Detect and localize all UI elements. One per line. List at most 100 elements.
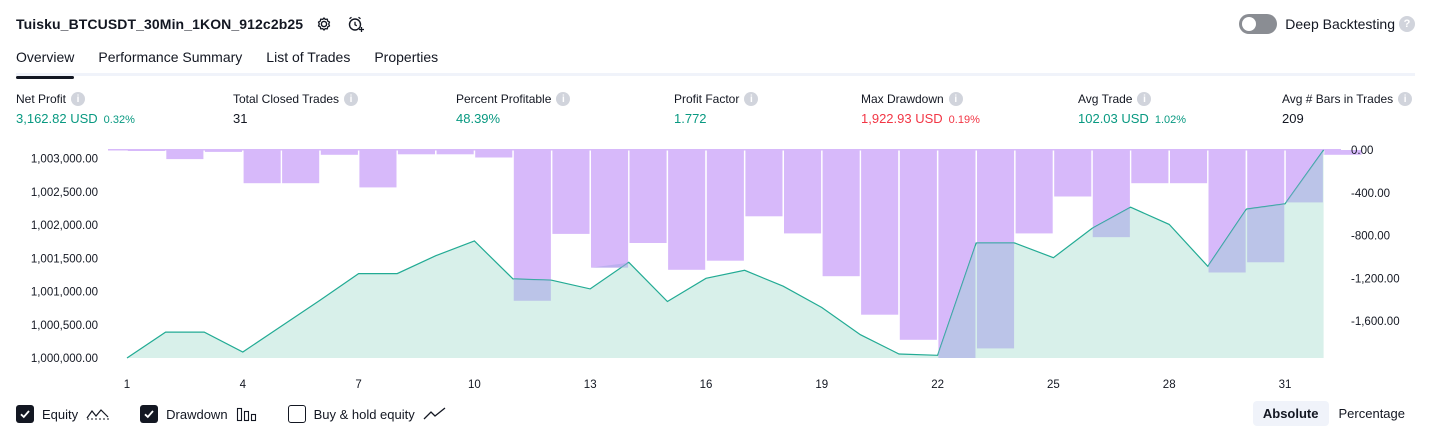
drawdown-bar [475,150,513,158]
drawdown-overlap [1247,203,1285,263]
percentage-button[interactable]: Percentage [1329,401,1416,426]
left-axis-tick-label: 1,001,000.00 [31,287,98,299]
drawdown-bar [359,150,397,188]
drawdown-bar [1054,150,1092,197]
drawdown-bar [320,150,358,155]
legend-drawdown[interactable]: Drawdown [140,405,257,423]
metric-label: Profit Factor [674,92,740,106]
deep-backtesting: Deep Backtesting ? [1239,12,1415,36]
metric-avg-trade: Avg Trade i 102.03 USD 1.02% [1078,92,1186,126]
metric-value: 102.03 USD [1078,111,1149,126]
equity-drawdown-chart[interactable]: 1,000,000.00 1,000,500.00 1,001,000.00 1,00… [0,140,1431,398]
report-header: Tuisku_BTCUSDT_30Min_1KON_912c2b25 [16,12,367,36]
absolute-button[interactable]: Absolute [1252,401,1329,426]
metric-label: Avg Trade [1078,92,1133,106]
drawdown-bar [861,150,899,315]
report-tabs: Overview Performance Summary List of Tra… [16,44,1415,79]
left-axis-tick-label: 1,002,000.00 [31,220,98,232]
drawdown-bar [706,150,744,261]
info-icon[interactable]: i [71,92,86,106]
tab-properties[interactable]: Properties [374,44,438,76]
metric-label: Avg # Bars in Trades [1282,92,1394,106]
drawdown-bars-icon [236,406,258,422]
metric-percent-profitable: Percent Profitable i 48.39% [456,92,571,126]
x-axis-tick-label: 4 [240,379,247,391]
chart-legend: Equity Drawdown Buy & hold equity [16,403,477,425]
metric-percent: 0.19% [948,114,980,126]
info-icon[interactable]: i [744,92,759,106]
drawdown-overlap [976,243,1015,349]
metric-label: Net Profit [16,92,67,106]
x-axis-tick-label: 10 [468,379,481,391]
legend-buy-hold[interactable]: Buy & hold equity [287,405,447,423]
equity-checkbox[interactable] [16,405,34,423]
metric-value: 209 [1282,111,1304,126]
metric-total-closed-trades: Total Closed Trades i 31 [233,92,359,126]
info-icon[interactable]: i [948,92,963,106]
metric-value: 1,922.93 USD [861,111,943,126]
x-axis-tick-label: 22 [931,379,944,391]
drawdown-bar [591,150,629,268]
buy-hold-checkbox[interactable] [287,405,306,423]
drawdown-bar [1015,150,1053,234]
drawdown-bar [166,150,204,160]
drawdown-bar [204,150,242,152]
info-icon[interactable]: i [1398,92,1413,106]
drawdown-bar [552,150,590,234]
left-axis-tick-label: 1,003,000.00 [31,154,98,166]
drawdown-bar [436,150,474,155]
x-axis-tick-label: 7 [355,379,361,391]
drawdown-bar [397,150,435,155]
info-icon[interactable]: i [344,92,359,106]
view-mode-toggle: Absolute Percentage [1252,401,1416,426]
drawdown-bar [668,150,706,270]
info-icon[interactable]: i [1137,92,1152,106]
tab-performance-summary[interactable]: Performance Summary [98,44,242,76]
left-axis-tick-label: 1,000,000.00 [31,353,98,365]
drawdown-bar [822,150,860,277]
drawdown-bar [745,150,783,217]
strategy-title: Tuisku_BTCUSDT_30Min_1KON_912c2b25 [16,16,304,32]
metric-label: Max Drawdown [861,92,944,106]
x-axis-tick-label: 28 [1163,379,1176,391]
right-axis-tick-label: -400.00 [1351,188,1390,200]
metric-label: Percent Profitable [456,92,552,106]
info-icon[interactable]: i [556,92,571,106]
legend-label: Drawdown [166,406,228,422]
buy-hold-line-icon [423,406,447,422]
x-axis-tick-label: 19 [815,379,828,391]
legend-label: Buy & hold equity [313,406,415,422]
deep-backtesting-label: Deep Backtesting [1285,16,1395,32]
drawdown-bar [1131,150,1169,184]
metric-value: 31 [233,111,248,126]
x-axis-tick-label: 13 [584,379,597,391]
right-axis-tick-label: 0.00 [1351,145,1373,157]
settings-icon[interactable] [313,13,335,35]
x-axis-tick-label: 31 [1279,379,1292,391]
drawdown-bar [127,150,165,151]
checkmark-icon [20,410,30,419]
add-alert-icon[interactable] [345,13,367,35]
drawdown-bar [1170,150,1208,184]
tab-overview[interactable]: Overview [16,44,75,79]
right-axis-tick-label: -1,200.00 [1351,273,1400,285]
legend-equity[interactable]: Equity [16,405,110,423]
metric-profit-factor: Profit Factor i 1.772 [674,92,759,126]
metrics-row: Net Profit i 3,162.82 USD 0.32% Total Clos… [16,92,1415,132]
drawdown-bar [513,150,551,301]
deep-backtesting-toggle[interactable] [1239,14,1278,34]
x-axis-tick-label: 1 [124,379,130,391]
drawdown-bar [282,150,320,184]
metric-max-drawdown: Max Drawdown i 1,922.93 USD 0.19% [861,92,980,126]
tab-list-of-trades[interactable]: List of Trades [266,44,350,76]
drawdown-bar [243,150,281,184]
metric-value: 1.772 [674,111,707,126]
x-axis-tick-label: 16 [700,379,713,391]
metric-value: 48.39% [456,111,501,126]
checkmark-icon [144,410,154,419]
metric-value: 3,162.82 USD [16,111,98,126]
help-icon[interactable]: ? [1399,16,1415,32]
drawdown-checkbox[interactable] [140,405,159,423]
right-axis-tick-label: -800.00 [1351,231,1390,243]
left-axis-tick-label: 1,002,500.00 [31,187,98,199]
